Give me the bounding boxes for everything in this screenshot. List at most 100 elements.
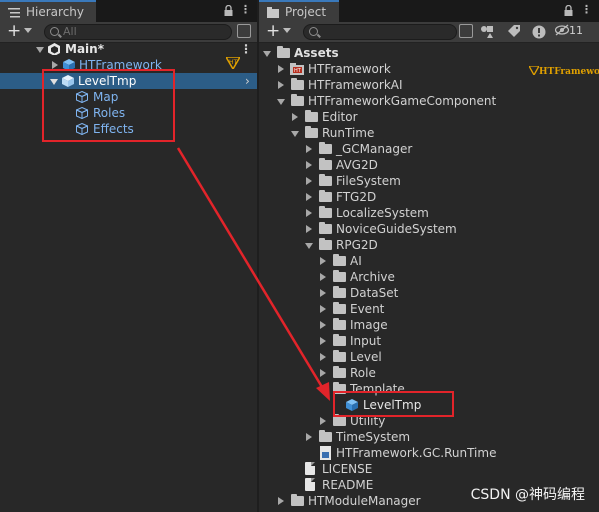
- expand-arrow-icon[interactable]: [320, 337, 326, 345]
- expand-arrow-icon[interactable]: [320, 353, 326, 361]
- expand-arrow-icon[interactable]: [292, 113, 298, 121]
- hierarchy-tabbar: Hierarchy ⋮: [0, 0, 257, 22]
- folder-label: _GCManager: [336, 142, 413, 156]
- project-search-input[interactable]: [303, 24, 457, 40]
- folder-label: FileSystem: [336, 174, 401, 188]
- folder-archive[interactable]: Archive: [259, 269, 599, 285]
- lock-icon[interactable]: [224, 4, 233, 19]
- hierarchy-search-input[interactable]: All: [44, 24, 232, 40]
- file-license[interactable]: LICENSE: [259, 461, 599, 477]
- folder-icon: [319, 206, 332, 218]
- text-file-icon: [305, 478, 315, 491]
- expand-arrow-icon[interactable]: [306, 225, 312, 233]
- expand-arrow-icon[interactable]: [320, 417, 326, 425]
- expand-arrow-icon[interactable]: [320, 305, 326, 313]
- folder-image[interactable]: Image: [259, 317, 599, 333]
- file-label: HTFramework.GC.RunTime: [336, 446, 497, 460]
- project-panel: Project ⋮ + 11 Assets HT HTFramework HTF…: [259, 0, 599, 512]
- search-options-icon[interactable]: [459, 24, 473, 38]
- expand-arrow-icon[interactable]: [319, 387, 327, 393]
- unity-scene-icon: [48, 43, 60, 55]
- expand-arrow-icon[interactable]: [306, 177, 312, 185]
- folder-dataset[interactable]: DataSet: [259, 285, 599, 301]
- folder-icon: [333, 350, 346, 362]
- expand-arrow-icon[interactable]: [278, 65, 284, 73]
- scene-row[interactable]: Main* ⋮: [0, 41, 257, 57]
- search-placeholder: All: [63, 25, 77, 38]
- folder-level[interactable]: Level: [259, 349, 599, 365]
- scene-menu-icon[interactable]: ⋮: [240, 41, 252, 57]
- folder-avg2d[interactable]: AVG2D: [259, 157, 599, 173]
- eye-slash-icon: [554, 24, 570, 36]
- tab-project-label: Project: [285, 5, 327, 19]
- hidden-packages-toggle[interactable]: 11: [554, 24, 583, 37]
- folder-icon: [305, 110, 318, 122]
- expand-arrow-icon[interactable]: [320, 369, 326, 377]
- folder-ai[interactable]: AI: [259, 253, 599, 269]
- search-options-icon[interactable]: [237, 24, 251, 38]
- folder-label: DataSet: [350, 286, 399, 300]
- expand-arrow-icon[interactable]: [320, 273, 326, 281]
- expand-arrow-icon[interactable]: [306, 161, 312, 169]
- expand-arrow-icon[interactable]: [320, 257, 326, 265]
- folder-event[interactable]: Event: [259, 301, 599, 317]
- folder-open-icon: [291, 94, 304, 106]
- folder-htframework[interactable]: HT HTFramework HTFramework: [259, 61, 599, 77]
- expand-arrow-icon[interactable]: [263, 51, 271, 57]
- folder-timesystem[interactable]: TimeSystem: [259, 429, 599, 445]
- tab-hierarchy[interactable]: Hierarchy: [0, 0, 96, 22]
- chevron-down-icon[interactable]: [24, 28, 32, 33]
- filter-by-label-icon[interactable]: [506, 25, 520, 42]
- folder-runtime[interactable]: RunTime: [259, 125, 599, 141]
- warning-icon[interactable]: [532, 25, 546, 42]
- folder-icon: [319, 222, 332, 234]
- folder-label: Editor: [322, 110, 358, 124]
- folder-localizesystem[interactable]: LocalizeSystem: [259, 205, 599, 221]
- create-plus-icon[interactable]: +: [7, 22, 21, 41]
- folder-assets[interactable]: Assets: [259, 45, 599, 61]
- expand-arrow-icon[interactable]: [305, 243, 313, 249]
- chevron-down-icon[interactable]: [283, 28, 291, 33]
- expand-arrow-icon[interactable]: [320, 321, 326, 329]
- more-options-icon[interactable]: ⋮: [240, 3, 251, 16]
- file-label: README: [322, 478, 374, 492]
- expand-arrow-icon[interactable]: [52, 61, 58, 69]
- more-options-icon[interactable]: ⋮: [581, 3, 592, 16]
- expand-arrow-icon[interactable]: [306, 193, 312, 201]
- create-plus-icon[interactable]: +: [266, 22, 280, 41]
- expand-arrow-icon[interactable]: [278, 497, 284, 505]
- folder-noviceguidesystem[interactable]: NoviceGuideSystem: [259, 221, 599, 237]
- folder-ftg2d[interactable]: FTG2D: [259, 189, 599, 205]
- folder-editor[interactable]: Editor: [259, 109, 599, 125]
- scene-name: Main*: [65, 42, 104, 56]
- folder-icon: [319, 158, 332, 170]
- expand-arrow-icon[interactable]: [306, 433, 312, 441]
- folder-rpg2d[interactable]: RPG2D: [259, 237, 599, 253]
- folder-icon: [333, 286, 346, 298]
- folder-htframeworkgamecomponent[interactable]: HTFrameworkGameComponent: [259, 93, 599, 109]
- expand-arrow-icon[interactable]: [291, 131, 299, 137]
- expand-arrow-icon[interactable]: [277, 99, 285, 105]
- folder-icon: [319, 430, 332, 442]
- asmdef-htframework-gc-runtime[interactable]: HTFramework.GC.RunTime: [259, 445, 599, 461]
- folder-label: Image: [350, 318, 388, 332]
- expand-arrow-icon[interactable]: [36, 47, 44, 53]
- filter-by-type-icon[interactable]: [480, 25, 494, 42]
- folder-label: Assets: [294, 46, 339, 60]
- folder-label: Role: [350, 366, 376, 380]
- chevron-right-icon[interactable]: ›: [245, 73, 250, 89]
- expand-arrow-icon[interactable]: [320, 289, 326, 297]
- folder-icon: [333, 366, 346, 378]
- expand-arrow-icon[interactable]: [278, 81, 284, 89]
- folder-htframeworkai[interactable]: HTFrameworkAI: [259, 77, 599, 93]
- lock-icon[interactable]: [564, 4, 573, 19]
- folder-gcmanager[interactable]: _GCManager: [259, 141, 599, 157]
- folder-icon: [333, 270, 346, 282]
- folder-input[interactable]: Input: [259, 333, 599, 349]
- folder-role[interactable]: Role: [259, 365, 599, 381]
- folder-label: RPG2D: [336, 238, 378, 252]
- expand-arrow-icon[interactable]: [306, 145, 312, 153]
- expand-arrow-icon[interactable]: [306, 209, 312, 217]
- folder-filesystem[interactable]: FileSystem: [259, 173, 599, 189]
- tab-project[interactable]: Project: [259, 0, 339, 22]
